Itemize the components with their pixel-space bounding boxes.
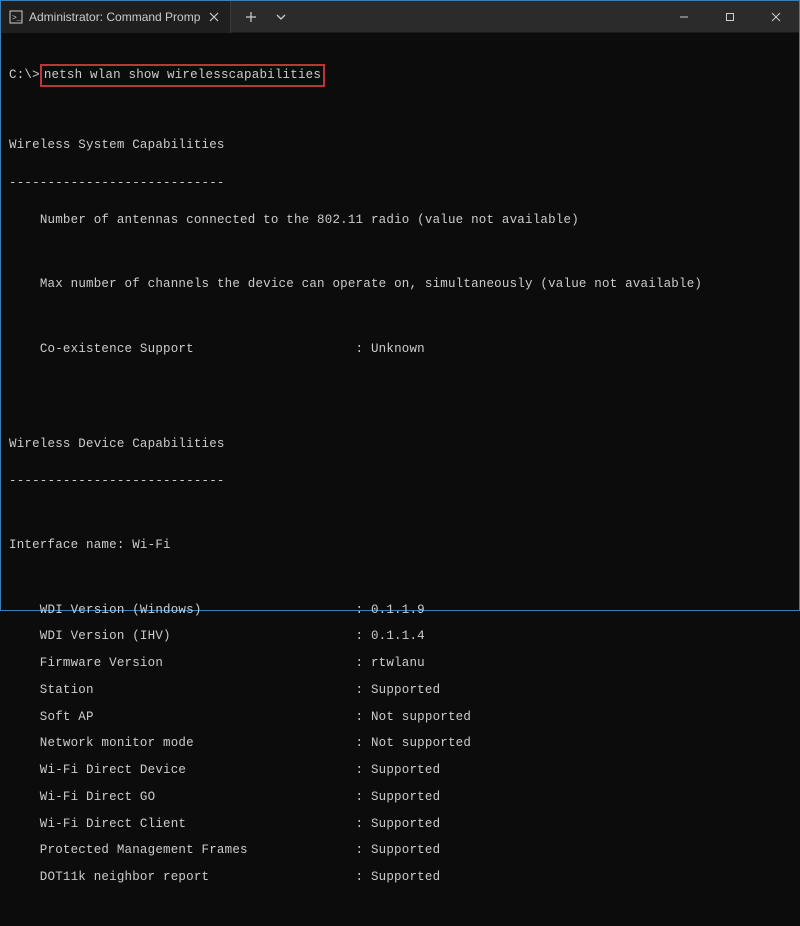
capability-row: WDI Version (IHV) : 0.1.1.4 xyxy=(9,627,791,646)
coexist-row: Co-existence Support : Unknown xyxy=(9,340,791,359)
capability-row: Station : Supported xyxy=(9,681,791,700)
window-controls xyxy=(661,1,799,33)
command-text: netsh wlan show wirelesscapabilities xyxy=(40,64,325,87)
prompt-line: C:\>netsh wlan show wirelesscapabilities xyxy=(9,64,791,87)
prompt-prefix: C:\> xyxy=(9,66,40,85)
capability-row: WDI Version (Windows) : 0.1.1.9 xyxy=(9,601,791,620)
tab-dropdown-button[interactable] xyxy=(267,3,295,31)
channels-row: Max number of channels the device can op… xyxy=(9,275,791,294)
capability-row: Soft AP : Not supported xyxy=(9,708,791,727)
terminal-output[interactable]: C:\>netsh wlan show wirelesscapabilities… xyxy=(1,33,799,926)
interface-row: Interface name: Wi-Fi xyxy=(9,536,791,555)
capability-row: Firmware Version : rtwlanu xyxy=(9,654,791,673)
system-caps-header: Wireless System Capabilities xyxy=(9,136,791,155)
capability-row: Protected Management Frames : Supported xyxy=(9,841,791,860)
capability-row: Wi-Fi Direct Client : Supported xyxy=(9,815,791,834)
device-caps-header: Wireless Device Capabilities xyxy=(9,435,791,454)
coexist-label: Co-existence Support : Unknown xyxy=(40,342,425,356)
cmd-icon: >_ xyxy=(9,10,23,24)
tab-title: Administrator: Command Promp xyxy=(29,10,200,24)
svg-text:>_: >_ xyxy=(12,14,22,23)
tab-close-button[interactable] xyxy=(206,9,222,25)
titlebar: >_ Administrator: Command Promp xyxy=(1,1,799,33)
capability-row: Network monitor mode : Not supported xyxy=(9,734,791,753)
new-tab-button[interactable] xyxy=(237,3,265,31)
divider: ---------------------------- xyxy=(9,472,791,491)
tab-actions xyxy=(231,3,295,31)
tab-active[interactable]: >_ Administrator: Command Promp xyxy=(1,1,231,33)
capability-row: Wi-Fi Direct Device : Supported xyxy=(9,761,791,780)
divider: ---------------------------- xyxy=(9,174,791,193)
minimize-button[interactable] xyxy=(661,1,707,33)
maximize-button[interactable] xyxy=(707,1,753,33)
capability-row: Wi-Fi Direct GO : Supported xyxy=(9,788,791,807)
antennas-row: Number of antennas connected to the 802.… xyxy=(9,211,791,230)
capability-row: DOT11k neighbor report : Supported xyxy=(9,868,791,887)
close-button[interactable] xyxy=(753,1,799,33)
